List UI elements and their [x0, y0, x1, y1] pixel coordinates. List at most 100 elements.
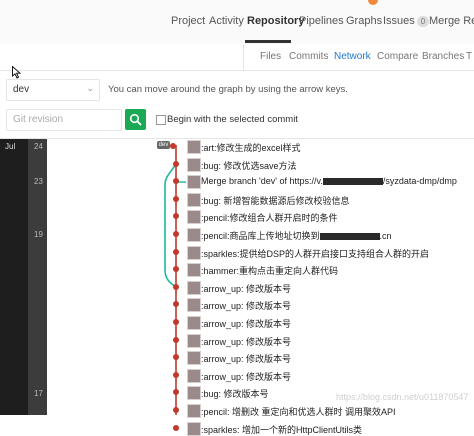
commit-message-text: :arrow_up: 修改版本号 — [201, 337, 292, 347]
commit-message[interactable]: :art:修改生成的excel样式 — [201, 141, 301, 154]
author-avatar — [187, 228, 201, 242]
watermark: https://blog.csdn.net/u011870547 — [336, 392, 469, 402]
commit-message[interactable]: :sparkles: 增加一个新的HttpClientUtils类 — [201, 423, 362, 436]
commit-message[interactable]: Merge branch 'dev' of https://v. /syzdata… — [201, 176, 457, 186]
commit-message[interactable]: :pencil:修改组合人群开启时的条件 — [201, 211, 338, 224]
nav-issues[interactable]: Issues 0 — [383, 15, 430, 27]
commit-dot[interactable] — [173, 196, 179, 202]
commit-message[interactable]: :arrow_up: 修改版本号 — [201, 352, 291, 365]
begin-with-selected-checkbox[interactable] — [156, 115, 166, 125]
author-avatar — [187, 334, 201, 348]
author-avatar — [187, 316, 201, 330]
nav-issues-label: Issues — [383, 15, 415, 27]
chevron-down-icon: ⌄ — [86, 83, 94, 93]
commit-message-text: Merge branch 'dev' of https://v. — [201, 176, 323, 186]
commit-message-text: :sparkles:提供给DSP的人群开启接口支持组合人群的开启 — [201, 249, 430, 259]
author-avatar — [187, 281, 201, 295]
commit-dot[interactable] — [173, 389, 179, 395]
subnav-branches[interactable]: Branches — [422, 51, 464, 62]
commit-dot[interactable] — [173, 337, 179, 343]
commit-message[interactable]: :arrow_up: 修改版本号 — [201, 299, 291, 312]
commit-dot[interactable] — [173, 213, 179, 219]
commit-dot[interactable] — [173, 372, 179, 378]
subnav-divider — [243, 45, 244, 70]
commit-message[interactable]: :bug: 修改版本号 — [201, 387, 269, 400]
commit-message[interactable]: :arrow_up: 修改版本号 — [201, 282, 291, 295]
begin-with-selected-label: Begin with the selected commit — [167, 114, 298, 125]
commit-message-text: :pencil: 增删改 重定向和优选人群时 调用聚效API — [201, 407, 396, 417]
author-avatar — [187, 298, 201, 312]
author-avatar — [187, 193, 201, 207]
subnav-files[interactable]: Files — [260, 51, 281, 62]
commit-message[interactable]: :arrow_up: 修改版本号 — [201, 370, 291, 383]
commit-dot[interactable] — [173, 231, 179, 237]
subnav-commits[interactable]: Commits — [289, 51, 328, 62]
search-icon — [129, 113, 142, 126]
commit-dot[interactable] — [173, 354, 179, 360]
commit-message-text: :pencil:商品库上传地址切换到 — [201, 231, 320, 241]
commit-message[interactable]: :hammer:重构点击重定向人群代码 — [201, 264, 338, 277]
commit-message[interactable]: :arrow_up: 修改版本号 — [201, 335, 291, 348]
graph-hint: You can move around the graph by using t… — [108, 84, 348, 95]
subnav-tags[interactable]: T — [466, 51, 472, 62]
author-avatar — [187, 351, 201, 365]
issues-count-badge: 0 — [416, 16, 430, 27]
branch-select-value: dev — [13, 84, 30, 95]
branch-select[interactable]: dev ⌄ — [6, 79, 100, 101]
commit-dot[interactable] — [173, 319, 179, 325]
nav-graphs[interactable]: Graphs — [346, 15, 382, 27]
author-avatar — [187, 263, 201, 277]
author-avatar — [187, 158, 201, 172]
author-avatar — [187, 140, 201, 154]
commit-message-text: :art:修改生成的excel样式 — [201, 143, 301, 153]
branch-tag-dev: dev — [157, 141, 170, 149]
nav-activity[interactable]: Activity — [209, 15, 244, 27]
commit-message-text: :bug: 修改版本号 — [201, 389, 269, 399]
commit-message-text: :sparkles: 增加一个新的HttpClientUtils类 — [201, 425, 363, 435]
top-nav: Project Activity Repository Pipelines Gr… — [0, 0, 474, 45]
commit-dot[interactable] — [173, 284, 179, 290]
active-tab-indicator — [245, 40, 291, 43]
commit-dot[interactable] — [173, 249, 179, 255]
commit-message[interactable]: :bug: 新增智能数据源后修改校验信息 — [201, 194, 350, 207]
nav-merge-requests[interactable]: Merge Requ — [429, 15, 474, 27]
nav-repository[interactable]: Repository — [247, 15, 304, 27]
commit-message-text: :arrow_up: 修改版本号 — [201, 301, 292, 311]
subnav-compare[interactable]: Compare — [377, 51, 418, 62]
nav-project[interactable]: Project — [171, 15, 205, 27]
git-revision-placeholder: Git revision — [13, 114, 64, 125]
commit-message-text: :arrow_up: 修改版本号 — [201, 319, 292, 329]
commit-dot[interactable] — [173, 425, 179, 431]
commit-message-text: :bug: 新增智能数据源后修改校验信息 — [201, 196, 350, 206]
commit-message-text: :arrow_up: 修改版本号 — [201, 354, 292, 364]
commit-message-text: :arrow_up: 修改版本号 — [201, 372, 292, 382]
commit-dot[interactable] — [173, 266, 179, 272]
commit-dot[interactable] — [173, 407, 179, 413]
subnav-network[interactable]: Network — [334, 51, 371, 62]
nav-pipelines[interactable]: Pipelines — [299, 15, 344, 27]
author-avatar — [187, 386, 201, 400]
commit-message[interactable]: :sparkles:提供给DSP的人群开启接口支持组合人群的开启 — [201, 247, 429, 260]
mouse-cursor-icon — [12, 66, 21, 79]
commit-message[interactable]: :arrow_up: 修改版本号 — [201, 317, 291, 330]
commit-dot[interactable] — [170, 143, 176, 149]
commit-message[interactable]: :pencil: 增删改 重定向和优选人群时 调用聚效API — [201, 405, 396, 418]
commit-message-text: :bug: 修改优选save方法 — [201, 161, 297, 171]
commit-message[interactable]: :pencil:商品库上传地址切换到 .cn — [201, 229, 392, 242]
search-button[interactable] — [125, 109, 146, 130]
author-avatar — [187, 175, 201, 189]
sub-nav: Files Commits Network Compare Branches T — [0, 44, 474, 71]
git-revision-input[interactable]: Git revision — [6, 109, 122, 131]
commit-message[interactable]: :bug: 修改优选save方法 — [201, 159, 297, 172]
branch-lines — [164, 145, 186, 415]
redaction-mark — [319, 233, 380, 241]
commit-dot[interactable] — [173, 178, 179, 184]
author-avatar — [187, 246, 201, 260]
commit-message-suffix: .cn — [379, 231, 392, 241]
commit-dot[interactable] — [173, 161, 179, 167]
author-avatar — [187, 369, 201, 383]
author-avatar — [187, 422, 201, 436]
commit-dot[interactable] — [173, 301, 179, 307]
author-avatar — [187, 404, 201, 418]
commit-message-text: :pencil:修改组合人群开启时的条件 — [201, 213, 338, 223]
